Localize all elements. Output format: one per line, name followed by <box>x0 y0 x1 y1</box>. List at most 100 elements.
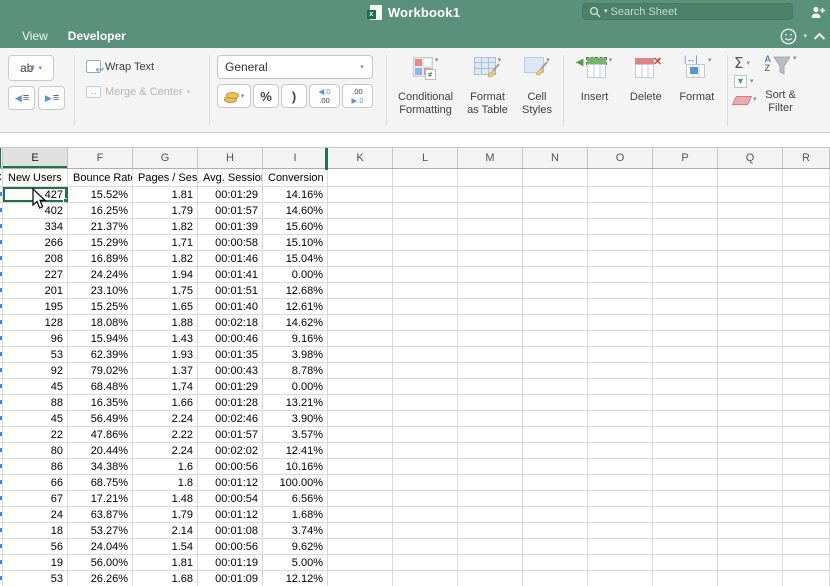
cell[interactable] <box>653 363 718 379</box>
cell[interactable]: 14.60% <box>263 203 328 219</box>
cell[interactable] <box>588 443 653 459</box>
cell[interactable] <box>718 411 783 427</box>
cell[interactable] <box>718 187 783 203</box>
cell[interactable]: 15.25% <box>68 299 133 315</box>
cell[interactable] <box>783 459 830 475</box>
cell[interactable] <box>653 315 718 331</box>
cell[interactable]: 1.54 <box>133 539 198 555</box>
cell[interactable]: 12.41% <box>263 443 328 459</box>
header-cell[interactable] <box>393 169 458 187</box>
cell[interactable] <box>458 491 523 507</box>
cell[interactable] <box>328 299 393 315</box>
cell[interactable] <box>718 379 783 395</box>
cell[interactable]: 00:01:46 <box>198 251 263 267</box>
cell[interactable] <box>783 219 830 235</box>
cell[interactable]: 1.79 <box>133 507 198 523</box>
column-header-E[interactable]: E <box>3 148 68 168</box>
cell[interactable]: 56 <box>3 539 68 555</box>
cell[interactable] <box>523 315 588 331</box>
cell[interactable] <box>328 539 393 555</box>
cell[interactable] <box>328 411 393 427</box>
cell[interactable]: 00:01:57 <box>198 427 263 443</box>
cell[interactable] <box>588 555 653 571</box>
cell[interactable]: 195 <box>3 299 68 315</box>
cell[interactable]: 00:00:46 <box>198 331 263 347</box>
column-header-H[interactable]: H <box>198 148 263 168</box>
cell[interactable] <box>718 235 783 251</box>
delete-cells-button[interactable]: ✕ ▾ Delete <box>626 55 666 126</box>
cell[interactable] <box>783 235 830 251</box>
header-cell[interactable]: Pages / Sessi <box>133 169 198 187</box>
cell[interactable]: 1.94 <box>133 267 198 283</box>
cell[interactable]: 16.89% <box>68 251 133 267</box>
column-header-Q[interactable]: Q <box>718 148 783 168</box>
cell[interactable]: 1.37 <box>133 363 198 379</box>
cell[interactable] <box>458 571 523 586</box>
cell[interactable] <box>393 443 458 459</box>
cell[interactable] <box>393 299 458 315</box>
cell[interactable]: 00:02:46 <box>198 411 263 427</box>
cell[interactable]: 56.49% <box>68 411 133 427</box>
cell[interactable] <box>783 491 830 507</box>
cell[interactable] <box>783 203 830 219</box>
cell[interactable] <box>718 459 783 475</box>
increase-decimal-button[interactable]: ◀.0 .00 <box>309 84 340 108</box>
cell[interactable] <box>588 571 653 586</box>
cell[interactable] <box>458 443 523 459</box>
cell[interactable]: 00:01:12 <box>198 475 263 491</box>
cell[interactable]: 1.68% <box>263 507 328 523</box>
cell[interactable]: 128 <box>3 315 68 331</box>
cell[interactable] <box>523 475 588 491</box>
column-header-O[interactable]: O <box>588 148 653 168</box>
cell[interactable]: 53 <box>3 347 68 363</box>
cell[interactable] <box>783 443 830 459</box>
cell[interactable] <box>458 203 523 219</box>
cell[interactable] <box>458 283 523 299</box>
accounting-dropdown-icon[interactable]: ▾ <box>241 93 245 100</box>
conditional-formatting-button[interactable]: ≠ ▾ ConditionalFormatting <box>394 55 457 126</box>
cell[interactable]: 00:01:12 <box>198 507 263 523</box>
cell[interactable] <box>393 427 458 443</box>
cell[interactable] <box>458 411 523 427</box>
cell[interactable]: 22 <box>3 427 68 443</box>
cell[interactable] <box>718 267 783 283</box>
cell[interactable]: 1.79 <box>133 203 198 219</box>
cell[interactable] <box>783 523 830 539</box>
cell[interactable] <box>718 283 783 299</box>
wrap-text-button[interactable]: ↩ Wrap Text <box>83 58 205 75</box>
cell[interactable] <box>588 427 653 443</box>
cell[interactable] <box>653 251 718 267</box>
column-header-K[interactable]: K <box>328 148 393 168</box>
cell[interactable] <box>718 491 783 507</box>
cell[interactable] <box>523 379 588 395</box>
cell[interactable] <box>328 459 393 475</box>
cell[interactable] <box>393 331 458 347</box>
cell[interactable] <box>458 475 523 491</box>
cell[interactable] <box>783 267 830 283</box>
cell[interactable]: 8.78% <box>263 363 328 379</box>
cell[interactable] <box>458 331 523 347</box>
autosum-dropdown-icon[interactable]: ▾ <box>746 60 750 67</box>
cell[interactable] <box>328 331 393 347</box>
orientation-dropdown-icon[interactable]: ▾ <box>39 65 43 72</box>
cell[interactable] <box>588 395 653 411</box>
sortfilter-dropdown-icon[interactable]: ▾ <box>793 55 797 62</box>
cell[interactable]: 15.60% <box>263 219 328 235</box>
cell[interactable]: 1.81 <box>133 555 198 571</box>
cell[interactable] <box>393 219 458 235</box>
cell[interactable] <box>458 219 523 235</box>
cell[interactable] <box>328 315 393 331</box>
header-cell[interactable] <box>328 169 393 187</box>
cell[interactable] <box>523 411 588 427</box>
cell[interactable]: 80 <box>3 443 68 459</box>
cell[interactable]: 3.57% <box>263 427 328 443</box>
cell[interactable] <box>523 555 588 571</box>
cell[interactable]: 16.25% <box>68 203 133 219</box>
cell[interactable] <box>588 347 653 363</box>
cell[interactable] <box>328 267 393 283</box>
cell[interactable] <box>783 299 830 315</box>
cell[interactable]: 2.22 <box>133 427 198 443</box>
cell[interactable] <box>718 475 783 491</box>
cell[interactable]: 00:01:29 <box>198 187 263 203</box>
decrease-decimal-button[interactable]: .00 ▶.0 <box>342 84 373 108</box>
